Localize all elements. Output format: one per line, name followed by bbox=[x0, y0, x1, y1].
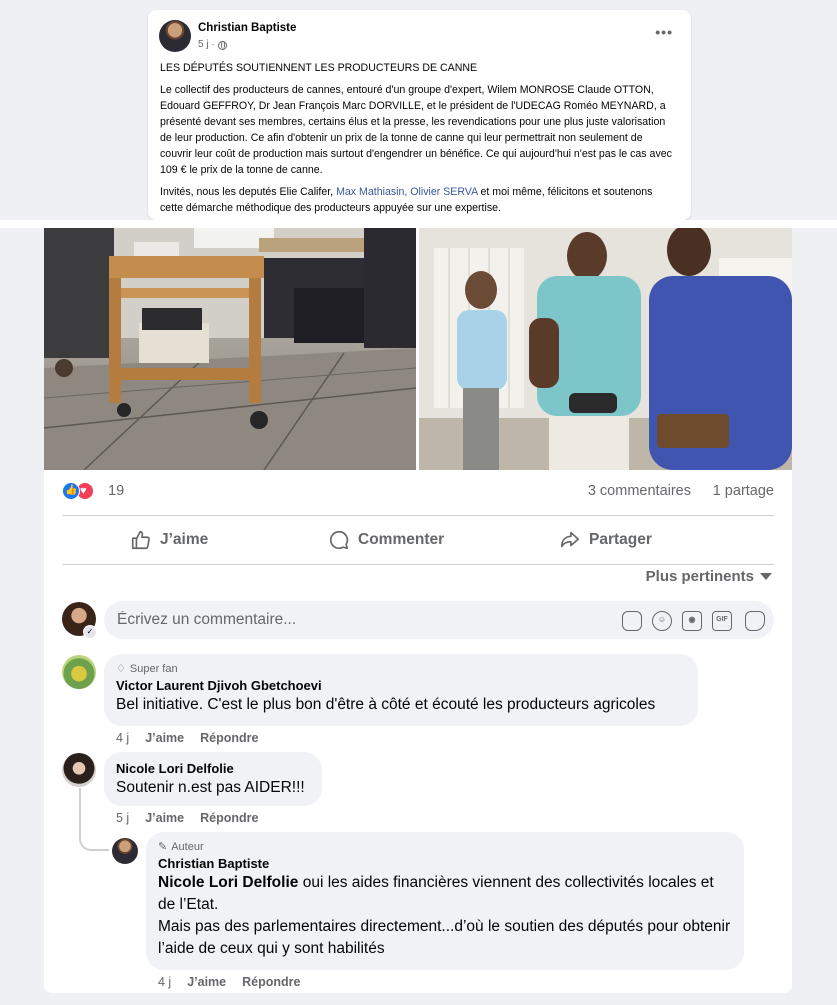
comment-like-button[interactable]: J’aime bbox=[145, 731, 184, 745]
more-options-button[interactable]: ••• bbox=[655, 24, 673, 40]
sort-label: Plus pertinents bbox=[645, 568, 754, 585]
comment-reply-button[interactable]: Répondre bbox=[242, 975, 300, 989]
super-fan-badge: ♢ Super fan bbox=[116, 662, 686, 676]
mention-link[interactable]: Nicole Lori Delfolie bbox=[158, 874, 298, 891]
reaction-count[interactable]: 19 bbox=[108, 483, 124, 499]
separator-strip bbox=[0, 220, 837, 228]
post-meta: 5 j · bbox=[198, 37, 227, 53]
post-photo-meeting-room[interactable] bbox=[44, 228, 416, 470]
like-button[interactable]: J’aime bbox=[130, 526, 208, 554]
comment-like-button[interactable]: J’aime bbox=[187, 975, 226, 989]
comment-actions: 4 j J’aime Répondre bbox=[116, 731, 258, 745]
post-paragraph-1: Le collectif des producteurs de cannes, … bbox=[160, 84, 672, 176]
share-arrow-icon bbox=[560, 531, 580, 548]
badge-label: Super fan bbox=[129, 662, 178, 675]
comment-time[interactable]: 4 j bbox=[158, 975, 171, 989]
comment-author[interactable]: Victor Laurent Djivoh Gbetchoevi bbox=[116, 677, 686, 694]
tagged-deputies-link[interactable]: Max Mathiasin, Olivier SERVA bbox=[336, 186, 478, 198]
reply-author-avatar[interactable] bbox=[112, 838, 138, 864]
comment-button[interactable]: Commenter bbox=[328, 526, 444, 554]
meeting-room-illustration bbox=[44, 228, 416, 470]
badge-label: Auteur bbox=[171, 840, 204, 853]
like-reaction-icon[interactable] bbox=[62, 482, 80, 500]
comment-bubble: ♢ Super fan Victor Laurent Djivoh Gbetch… bbox=[104, 654, 698, 726]
post-author-name[interactable]: Christian Baptiste bbox=[198, 20, 296, 36]
reply-thread-line bbox=[79, 788, 109, 851]
comment-text: Soutenir n.est pas AIDER!!! bbox=[116, 779, 305, 796]
post-photo-deputies[interactable] bbox=[419, 228, 792, 470]
share-count-link[interactable]: 1 partage bbox=[713, 483, 774, 499]
reply-text-line-1: Nicole Lori Delfolie oui les aides finan… bbox=[158, 872, 732, 916]
comment-sort-dropdown[interactable]: Plus pertinents bbox=[646, 568, 772, 585]
comment-button-label: Commenter bbox=[358, 531, 445, 548]
commenter-avatar[interactable] bbox=[62, 655, 96, 689]
comment-reply-button[interactable]: Répondre bbox=[200, 811, 258, 825]
post-detail-card: 19 3 commentaires 1 partage J’aime Comme… bbox=[44, 228, 792, 993]
divider bbox=[62, 515, 774, 516]
deputies-illustration bbox=[419, 228, 792, 470]
comment-actions: 4 j J’aime Répondre bbox=[158, 975, 300, 989]
thumbs-up-icon bbox=[131, 530, 150, 550]
comment-reply-button[interactable]: Répondre bbox=[200, 731, 258, 745]
divider bbox=[62, 564, 774, 565]
like-button-label: J’aime bbox=[160, 531, 209, 548]
reply-bubble: ✎ Auteur Christian Baptiste Nicole Lori … bbox=[146, 832, 744, 970]
emoji-icon[interactable]: ☺ bbox=[652, 611, 672, 631]
post-heading: LES DÉPUTÉS SOUTIENNENT LES PRODUCTEURS … bbox=[160, 62, 478, 74]
comment-count-link[interactable]: 3 commentaires bbox=[588, 483, 691, 499]
caret-down-icon bbox=[760, 573, 772, 580]
reactions-row: 19 3 commentaires 1 partage bbox=[62, 480, 774, 502]
author-badge: ✎ Auteur bbox=[158, 840, 732, 854]
author-avatar[interactable] bbox=[159, 20, 191, 52]
diamond-icon: ♢ bbox=[116, 663, 126, 675]
comment-time[interactable]: 4 j bbox=[116, 731, 129, 745]
comment-input[interactable] bbox=[104, 601, 774, 639]
post-paragraph-2: Invités, nous les deputés Elie Califer, … bbox=[160, 184, 675, 216]
sticker-icon[interactable] bbox=[745, 611, 765, 631]
globe-icon bbox=[217, 40, 227, 50]
camera-icon[interactable]: ◉ bbox=[682, 611, 702, 631]
profile-switch-chevron-icon[interactable]: ✓ bbox=[83, 625, 97, 639]
comment-actions: 5 j J’aime Répondre bbox=[116, 811, 258, 825]
gif-icon[interactable]: GIF bbox=[712, 611, 732, 631]
commenter-avatar[interactable] bbox=[62, 753, 96, 787]
post-text: LES DÉPUTÉS SOUTIENNENT LES PRODUCTEURS … bbox=[160, 60, 675, 222]
share-button[interactable]: Partager bbox=[559, 526, 652, 554]
comment-text: Bel initiative. C'est le plus bon d'être… bbox=[116, 696, 656, 713]
comment-bubble: Nicole Lori Delfolie Soutenir n.est pas … bbox=[104, 752, 322, 806]
post-card: Christian Baptiste 5 j · ••• LES DÉPUTÉS… bbox=[148, 10, 691, 220]
pencil-icon: ✎ bbox=[158, 841, 168, 853]
post-paragraph-2-start: Invités, nous les deputés Elie Califer, bbox=[160, 186, 337, 198]
comment-like-button[interactable]: J’aime bbox=[145, 811, 184, 825]
comment-author[interactable]: Christian Baptiste bbox=[158, 855, 732, 872]
comment-bubble-icon bbox=[329, 530, 349, 550]
reply-text-line-2: Mais pas des parlementaires directement.… bbox=[158, 918, 731, 957]
post-time[interactable]: 5 j · bbox=[198, 37, 215, 53]
avatar-sticker-icon[interactable] bbox=[622, 611, 642, 631]
share-button-label: Partager bbox=[589, 531, 652, 548]
comment-author[interactable]: Nicole Lori Delfolie bbox=[116, 760, 310, 777]
comment-time[interactable]: 5 j bbox=[116, 811, 129, 825]
